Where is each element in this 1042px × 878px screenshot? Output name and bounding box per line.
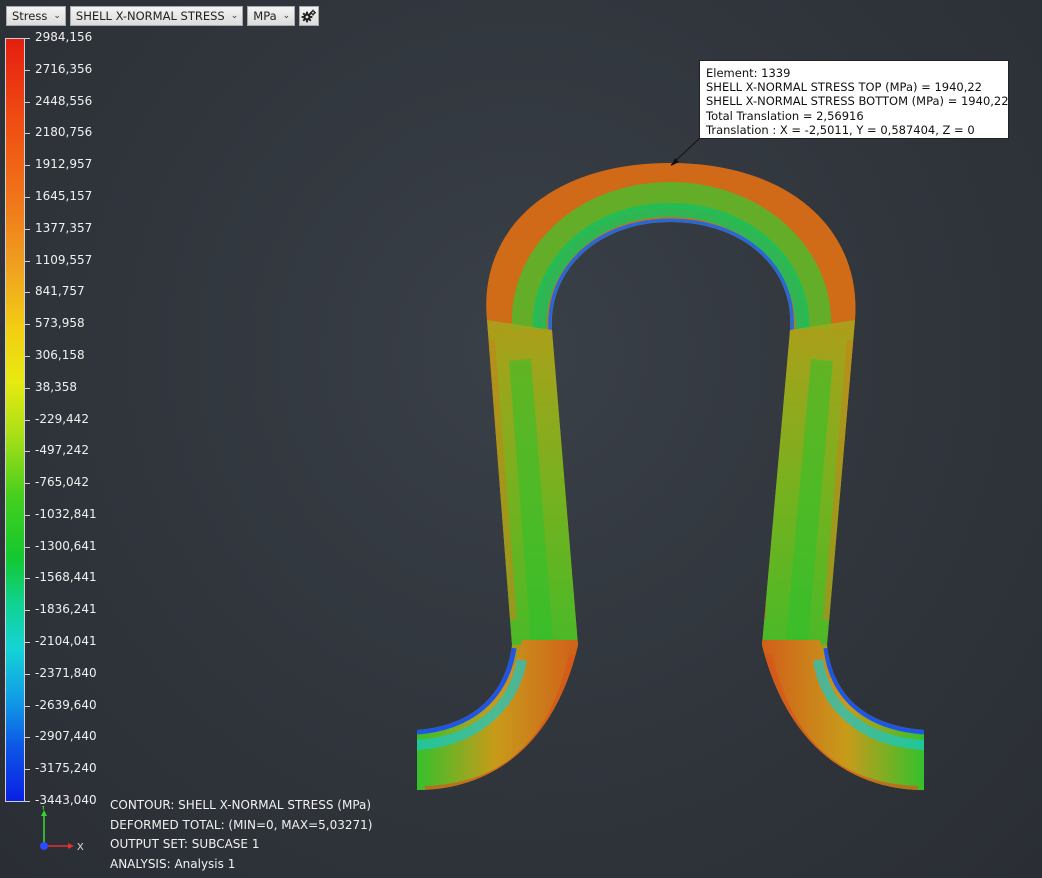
output-set-info: OUTPUT SET: SUBCASE 1 xyxy=(110,837,260,851)
analysis-info: CONTOUR: SHELL X-NORMAL STRESS (MPa) DEF… xyxy=(110,796,372,874)
probe-translation: Translation : X = -2,5011, Y = 0,587404,… xyxy=(706,122,975,137)
y-axis-label: Y xyxy=(40,806,47,813)
contour-info: CONTOUR: SHELL X-NORMAL STRESS (MPa) xyxy=(110,798,372,812)
probe-element-id: Element: 1339 xyxy=(706,66,791,80)
axis-triad: Y X xyxy=(40,806,84,853)
omega-spring-model[interactable] xyxy=(400,150,940,810)
z-axis-dot-icon xyxy=(40,842,48,850)
probe-stress-bottom: SHELL X-NORMAL STRESS BOTTOM (MPa) = 194… xyxy=(706,94,1009,109)
analysis-name-info: ANALYSIS: Analysis 1 xyxy=(110,856,236,871)
probe-total-translation: Total Translation = 2,56916 xyxy=(706,108,864,123)
element-probe-info: Element: 1339 SHELL X-NORMAL STRESS TOP … xyxy=(699,60,1009,139)
x-arrow-head-icon xyxy=(68,843,74,849)
deformed-info: DEFORMED TOTAL: (MIN=0, MAX=5,03271) xyxy=(110,817,373,832)
x-axis-label: X xyxy=(77,842,84,853)
probe-stress-top: SHELL X-NORMAL STRESS TOP (MPa) = 1940,2… xyxy=(706,80,982,95)
